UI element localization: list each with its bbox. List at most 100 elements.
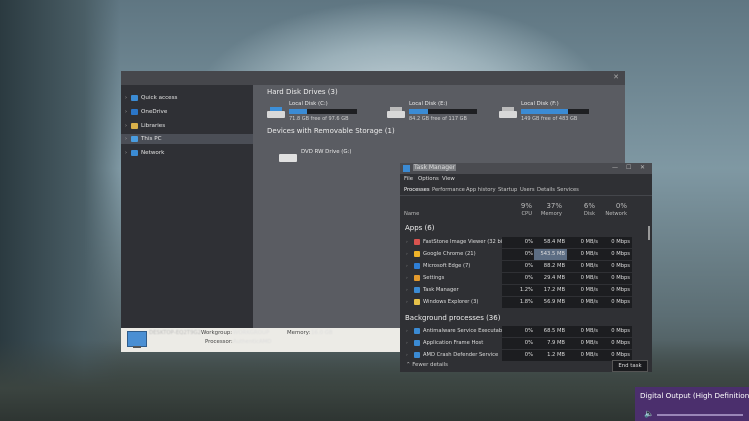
drive-usage-bar (521, 109, 589, 114)
drive-name: Local Disk (E:) (409, 101, 448, 107)
tab-app-history[interactable]: App history (466, 187, 496, 193)
chevron-right-icon[interactable]: › (406, 264, 408, 269)
disk-total: 6% (583, 202, 595, 210)
cpu-total: 9% (520, 202, 532, 210)
column-network[interactable]: Network (597, 211, 627, 217)
table-row[interactable]: › Google Chrome (21) 0% 543.5 MB 0 MB/s 0 Mbp… (400, 249, 648, 260)
chevron-right-icon[interactable]: › (125, 121, 127, 131)
cell-disk: 0 MB/s (567, 249, 600, 260)
table-row[interactable]: › Settings 0% 29.4 MB 0 MB/s 0 Mbps (400, 273, 648, 284)
drive-f[interactable]: Local Disk (F:) 149 GB free of 483 GB (499, 101, 609, 125)
column-disk[interactable]: Disk (565, 211, 595, 217)
volume-slider[interactable] (657, 414, 743, 416)
cell-cpu: 0% (502, 338, 535, 349)
workgroup-value: WORKGROUP (233, 330, 270, 336)
memory-value: 16.0 GB (311, 330, 333, 336)
drive-name: Local Disk (C:) (289, 101, 328, 107)
hard-drive-icon (499, 107, 517, 118)
maximize-icon[interactable]: ☐ (626, 164, 631, 171)
nav-label: Quick access (141, 95, 178, 101)
chevron-right-icon[interactable]: › (125, 107, 127, 117)
memory-label: Memory: (287, 330, 311, 336)
cell-disk: 0 MB/s (567, 285, 600, 296)
nav-item-libraries[interactable]: › Libraries (121, 121, 253, 131)
chevron-right-icon[interactable]: › (406, 276, 408, 281)
task-manager-titlebar[interactable]: Task Manager — ☐ ✕ (400, 163, 652, 174)
chevron-right-icon[interactable]: › (406, 252, 408, 257)
cell-disk: 0 MB/s (567, 338, 600, 349)
cell-cpu: 0% (502, 249, 535, 260)
speaker-icon[interactable]: 🔈 (644, 409, 654, 418)
table-row[interactable]: › Windows Explorer (3) 1.8% 56.9 MB 0 MB/s 0 … (400, 297, 648, 308)
close-icon[interactable]: ✕ (613, 73, 619, 81)
explorer-titlebar[interactable]: ✕ (121, 71, 625, 85)
chevron-right-icon[interactable]: › (125, 93, 127, 103)
tab-users[interactable]: Users (520, 187, 535, 193)
cell-net: 0 Mbps (599, 261, 632, 272)
end-task-button[interactable]: End task (612, 360, 648, 372)
nav-item-this-pc[interactable]: › This PC (121, 134, 253, 144)
cell-mem: 56.9 MB (534, 297, 567, 308)
process-name: Windows Explorer (3) (423, 299, 479, 305)
cell-disk: 0 MB/s (567, 273, 600, 284)
app-icon (414, 287, 420, 293)
audio-flyout[interactable]: Digital Output (High Definition Audio 🔈 (635, 387, 749, 421)
tab-services[interactable]: Services (557, 187, 579, 193)
chevron-right-icon[interactable]: › (406, 353, 408, 358)
drive-e[interactable]: Local Disk (E:) 84.2 GB free of 117 GB (387, 101, 497, 125)
menu-file[interactable]: File (404, 176, 413, 182)
fewer-details-label: Fewer details (412, 362, 448, 368)
processor-value: AuthenticAMD (233, 339, 272, 345)
table-row[interactable]: › Application Frame Host 0% 7.9 MB 0 MB/s 0 M… (400, 338, 648, 349)
cell-disk: 0 MB/s (567, 326, 600, 337)
drive-usage-bar (289, 109, 357, 114)
group-apps: Apps (6) (405, 224, 435, 232)
scrollbar[interactable] (648, 226, 650, 240)
cell-mem: 58.4 MB (534, 237, 567, 248)
drive-c[interactable]: Local Disk (C:) 71.8 GB free of 97.6 GB (267, 101, 377, 125)
hard-drive-icon (267, 107, 285, 118)
process-name: Antimalware Service Executable (423, 328, 507, 334)
process-name: Settings (423, 275, 445, 281)
nav-item-network[interactable]: › Network (121, 148, 253, 158)
column-header: Name 9% CPU 37% Memory 6% Disk 0% Networ… (400, 196, 652, 222)
cloud-icon (131, 109, 138, 115)
column-memory[interactable]: Memory (532, 211, 562, 217)
chevron-right-icon[interactable]: › (125, 148, 127, 158)
chevron-right-icon[interactable]: › (406, 240, 408, 245)
drive-free-space: 149 GB free of 483 GB (521, 116, 578, 122)
nav-item-quick-access[interactable]: › Quick access (121, 93, 253, 103)
tab-processes[interactable]: Processes (404, 187, 430, 193)
chevron-right-icon[interactable]: › (406, 329, 408, 334)
cell-disk: 0 MB/s (567, 261, 600, 272)
chevron-right-icon[interactable]: › (406, 341, 408, 346)
column-name[interactable]: Name (404, 211, 419, 217)
audio-device-label[interactable]: Digital Output (High Definition Audio (640, 391, 749, 400)
cell-cpu: 0% (502, 237, 535, 248)
dvd-drive[interactable]: DVD RW Drive (G:) (279, 145, 389, 169)
network-total: 0% (615, 202, 627, 210)
tab-details[interactable]: Details (537, 187, 555, 193)
cell-mem: 68.5 MB (534, 326, 567, 337)
table-row[interactable]: › FastStone Image Viewer (32 bit) 0% 58.4 M… (400, 237, 648, 248)
cell-net: 0 Mbps (599, 285, 632, 296)
tab-startup[interactable]: Startup (498, 187, 517, 193)
minimize-icon[interactable]: — (612, 164, 618, 171)
fewer-details-button[interactable]: ⌃ Fewer details (406, 362, 448, 368)
column-cpu[interactable]: CPU (502, 211, 532, 217)
chevron-right-icon[interactable]: › (125, 134, 127, 144)
chevron-right-icon[interactable]: › (406, 300, 408, 305)
chevron-right-icon[interactable]: › (406, 288, 408, 293)
network-icon (131, 150, 138, 156)
table-row[interactable]: › Task Manager 1.2% 17.2 MB 0 MB/s 0 Mbps (400, 285, 648, 296)
table-row[interactable]: › Antimalware Service Executable 0% 68.5 MB… (400, 326, 648, 337)
cell-net: 0 Mbps (599, 273, 632, 284)
tab-performance[interactable]: Performance (432, 187, 465, 193)
nav-item-onedrive[interactable]: › OneDrive (121, 107, 253, 117)
cell-cpu: 0% (502, 273, 535, 284)
table-row[interactable]: › Microsoft Edge (7) 0% 88.2 MB 0 MB/s 0 Mbps (400, 261, 648, 272)
menu-view[interactable]: View (442, 176, 455, 182)
menu-options[interactable]: Options (418, 176, 439, 182)
close-icon[interactable]: ✕ (640, 164, 645, 171)
cell-mem: 17.2 MB (534, 285, 567, 296)
